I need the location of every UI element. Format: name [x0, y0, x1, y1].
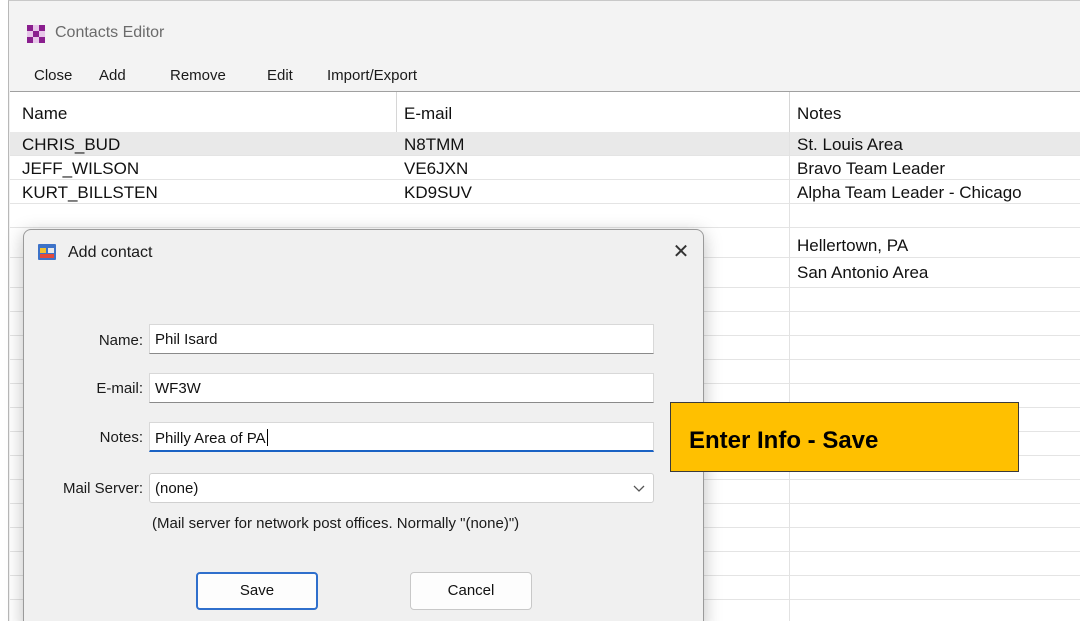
menu-close[interactable]: Close: [34, 67, 72, 84]
table-row[interactable]: [10, 204, 1080, 228]
table-header: Name E-mail Notes: [10, 92, 1080, 132]
menu-import-export[interactable]: Import/Export: [327, 67, 417, 84]
column-divider[interactable]: [789, 92, 790, 132]
cancel-button[interactable]: Cancel: [410, 572, 532, 610]
notes-value: Philly Area of PA: [155, 430, 266, 447]
dialog-title: Add contact: [68, 244, 153, 261]
mail-server-label: Mail Server:: [62, 480, 143, 497]
cell-notes: St. Louis Area: [797, 135, 903, 154]
email-field[interactable]: WF3W: [149, 373, 654, 403]
cell-notes: Alpha Team Leader - Chicago: [797, 183, 1022, 202]
table-row[interactable]: KURT_BILLSTEN KD9SUV Alpha Team Leader -…: [10, 180, 1080, 204]
column-header-name[interactable]: Name: [22, 104, 67, 124]
mail-server-value: (none): [155, 480, 199, 497]
menu-add[interactable]: Add: [99, 67, 126, 84]
text-caret: [266, 429, 268, 446]
window-title: Contacts Editor: [55, 24, 165, 41]
cell-email: N8TMM: [404, 135, 465, 154]
notes-field[interactable]: Philly Area of PA: [149, 422, 654, 452]
column-header-notes[interactable]: Notes: [797, 104, 841, 124]
contacts-editor-window: Contacts Editor Close Add Remove Edit Im…: [8, 0, 1080, 621]
menu-bar: Close Add Remove Edit Import/Export: [9, 61, 1080, 91]
instruction-callout: Enter Info - Save: [670, 402, 1019, 472]
mail-server-select[interactable]: (none): [149, 473, 654, 503]
menu-remove[interactable]: Remove: [170, 67, 226, 84]
column-header-email[interactable]: E-mail: [404, 104, 452, 124]
close-icon[interactable]: ✕: [666, 238, 696, 266]
cell-notes: San Antonio Area: [797, 263, 929, 282]
email-label: E-mail:: [96, 380, 143, 397]
cell-email: VE6JXN: [404, 159, 469, 178]
app-checkerboard-icon: [27, 25, 45, 43]
column-gridline: [789, 132, 790, 621]
name-field[interactable]: Phil Isard: [149, 324, 654, 354]
chevron-down-icon: [633, 485, 645, 492]
callout-text: Enter Info - Save: [689, 427, 879, 454]
add-contact-dialog: Add contact ✕ Name: Phil Isard E-mail: W…: [23, 229, 704, 621]
cell-notes: Bravo Team Leader: [797, 159, 946, 178]
table-row[interactable]: CHRIS_BUD N8TMM St. Louis Area: [10, 132, 1080, 156]
cell-name: CHRIS_BUD: [22, 135, 121, 154]
menu-edit[interactable]: Edit: [267, 67, 293, 84]
notes-label: Notes:: [99, 429, 143, 446]
cell-name: JEFF_WILSON: [22, 159, 140, 178]
dialog-app-icon: [38, 244, 56, 260]
cell-email: KD9SUV: [404, 183, 473, 202]
table-row[interactable]: JEFF_WILSON VE6JXN Bravo Team Leader: [10, 156, 1080, 180]
save-button[interactable]: Save: [196, 572, 318, 610]
name-label: Name:: [98, 332, 143, 349]
cell-name: KURT_BILLSTEN: [22, 183, 158, 202]
mail-server-hint: (Mail server for network post offices. N…: [152, 515, 520, 532]
cell-notes: Hellertown, PA: [797, 236, 909, 255]
column-divider[interactable]: [396, 92, 397, 132]
title-bar: Contacts Editor: [9, 1, 1080, 61]
